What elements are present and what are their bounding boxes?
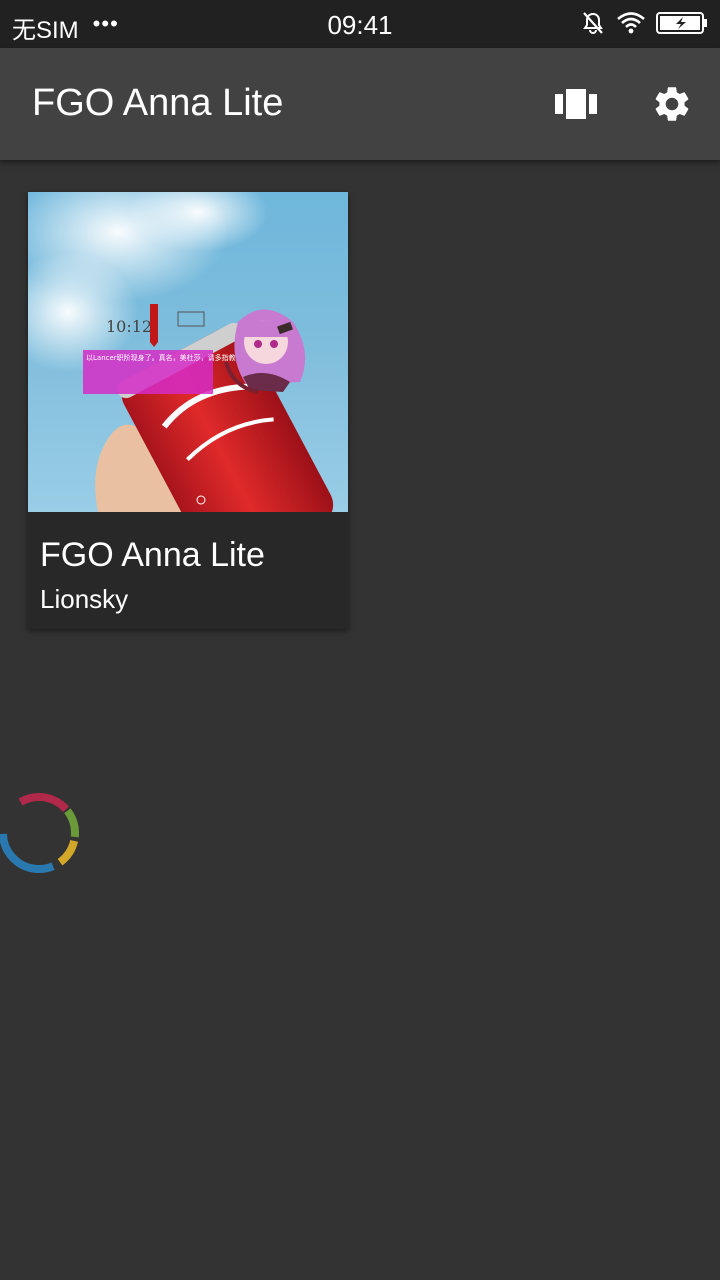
- app-toolbar: FGO Anna Lite: [0, 48, 720, 160]
- thumbnail-image: 10:12 以Lancer职阶现身了。真名，美杜莎，请多指教。: [28, 192, 334, 512]
- status-bar: 无SIM ••• 09:41: [0, 0, 720, 48]
- theme-card-author: Lionsky: [40, 584, 129, 614]
- theme-card-title: FGO Anna Lite: [40, 536, 265, 574]
- wifi-icon: [617, 12, 645, 34]
- thumbnail-caption: 以Lancer职阶现身了。真名，美杜莎，请多指教。: [86, 353, 243, 362]
- view-carousel-icon: [555, 89, 597, 119]
- theme-thumbnail: 10:12 以Lancer职阶现身了。真名，美杜莎，请多指教。: [28, 192, 348, 512]
- battery-charging-icon: [656, 12, 707, 34]
- chibi-character: [224, 309, 306, 394]
- thumbnail-clock: 10:12: [106, 317, 152, 336]
- app-title: FGO Anna Lite: [32, 82, 284, 124]
- bell-off-icon: [583, 12, 603, 35]
- loading-spinner-icon: [0, 793, 79, 873]
- status-right: [580, 10, 708, 36]
- settings-gear-icon: [655, 87, 689, 121]
- view-carousel-button[interactable]: [550, 78, 602, 130]
- theme-card[interactable]: 10:12 以Lancer职阶现身了。真名，美杜莎，请多指教。 FGO Anna…: [28, 192, 348, 629]
- settings-button[interactable]: [646, 78, 698, 130]
